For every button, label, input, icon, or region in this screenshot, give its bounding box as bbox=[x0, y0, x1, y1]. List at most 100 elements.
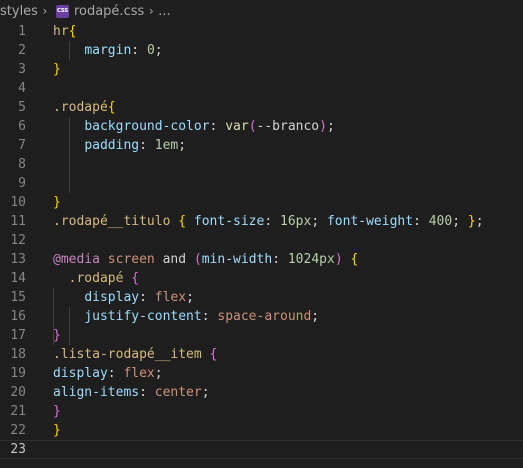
line-number: 9 bbox=[18, 176, 26, 191]
code-token: 1024px bbox=[287, 252, 335, 267]
code-text: .rodapé__titulo { font-size: 16px; font-… bbox=[53, 212, 484, 231]
code-token: ( bbox=[193, 252, 202, 267]
code-token: ; bbox=[475, 214, 484, 229]
code-token: ; bbox=[452, 214, 468, 229]
code-token: ) bbox=[334, 252, 343, 267]
code-line[interactable]: 19 display: flex; bbox=[0, 364, 523, 383]
code-token: space-around bbox=[217, 309, 312, 324]
code-line[interactable]: 20 align-items: center; bbox=[0, 383, 523, 402]
code-line[interactable]: 13 @media screen and (min-width: 1024px) … bbox=[0, 250, 523, 269]
line-number: 10 bbox=[10, 195, 26, 210]
code-token: screen bbox=[107, 252, 155, 267]
code-line[interactable]: 17} bbox=[0, 326, 523, 345]
code-line[interactable]: 23 bbox=[0, 440, 523, 459]
code-line[interactable]: 7 padding: 1em; bbox=[0, 136, 523, 155]
code-token: { bbox=[68, 24, 77, 39]
code-token: ; bbox=[154, 366, 163, 381]
code-token: : bbox=[107, 366, 124, 381]
code-line[interactable]: 6 background-color: var(--branco); bbox=[0, 117, 523, 136]
breadcrumb-symbols[interactable]: ... bbox=[158, 4, 170, 19]
code-line[interactable]: 3} bbox=[0, 60, 523, 79]
code-token: --branco bbox=[256, 119, 320, 134]
code-token: padding bbox=[84, 138, 140, 153]
code-token: } bbox=[53, 62, 61, 77]
code-text: } bbox=[53, 193, 61, 212]
code-line[interactable]: 14 .rodapé { bbox=[0, 269, 523, 288]
code-text: } bbox=[53, 421, 61, 440]
code-text: display: flex; bbox=[53, 288, 194, 307]
code-line[interactable]: 4 bbox=[0, 79, 523, 98]
code-text: @media screen and (min-width: 1024px) { bbox=[53, 250, 358, 269]
line-number: 6 bbox=[18, 119, 26, 134]
code-token: ; bbox=[326, 119, 335, 134]
line-number: 8 bbox=[18, 157, 26, 172]
line-number: 18 bbox=[10, 347, 26, 362]
code-text: background-color: var(--branco); bbox=[53, 117, 335, 136]
code-token: 400 bbox=[428, 214, 453, 229]
line-number: 3 bbox=[18, 62, 26, 77]
line-number: 7 bbox=[18, 138, 26, 153]
code-text: } bbox=[53, 326, 61, 345]
code-line[interactable]: 9 bbox=[0, 174, 523, 193]
code-token: { bbox=[107, 100, 116, 115]
line-number: 2 bbox=[18, 43, 26, 58]
line-number: 20 bbox=[10, 385, 26, 400]
code-text: .rodapé { bbox=[53, 269, 139, 288]
code-line[interactable]: 18 .lista-rodapé__item { bbox=[0, 345, 523, 364]
code-line[interactable]: 21} bbox=[0, 402, 523, 421]
breadcrumb-file[interactable]: rodapé.css bbox=[74, 4, 144, 19]
code-token: 1em bbox=[154, 138, 179, 153]
line-number: 4 bbox=[18, 81, 26, 96]
code-line[interactable]: 12 bbox=[0, 231, 523, 250]
code-line[interactable]: 15 display: flex; bbox=[0, 288, 523, 307]
code-token: hr bbox=[53, 24, 69, 39]
code-token: ; bbox=[154, 43, 163, 58]
code-text: align-items: center; bbox=[53, 383, 210, 402]
code-token: .rodapé__titulo bbox=[53, 214, 171, 229]
line-number: 16 bbox=[10, 309, 26, 324]
code-line[interactable]: 11 .rodapé__titulo { font-size: 16px; fon… bbox=[0, 212, 523, 231]
code-line[interactable]: 1 hr{ bbox=[0, 22, 523, 41]
code-token: ; bbox=[311, 309, 320, 324]
code-token: display bbox=[84, 290, 140, 305]
code-token: } bbox=[53, 404, 61, 419]
code-token: flex bbox=[123, 366, 155, 381]
line-number: 21 bbox=[10, 404, 26, 419]
line-number: 15 bbox=[10, 290, 26, 305]
code-line[interactable]: 2 margin: 0; bbox=[0, 41, 523, 60]
code-token: ; bbox=[201, 385, 210, 400]
code-token: .rodapé bbox=[53, 100, 108, 115]
code-token: { bbox=[178, 214, 187, 229]
line-number: 19 bbox=[10, 366, 26, 381]
code-text: hr{ bbox=[53, 22, 76, 41]
code-line[interactable]: 22} bbox=[0, 421, 523, 440]
code-token: @media bbox=[53, 252, 100, 267]
code-text: } bbox=[53, 60, 61, 79]
line-number: 5 bbox=[18, 100, 26, 115]
line-number: 11 bbox=[10, 214, 26, 229]
code-token: 0 bbox=[146, 43, 155, 58]
code-token: ( bbox=[248, 119, 257, 134]
code-token: : bbox=[201, 309, 218, 324]
code-line[interactable]: 16 justify-content: space-around; bbox=[0, 307, 523, 326]
line-number: 17 bbox=[10, 328, 26, 343]
code-text: .rodapé{ bbox=[53, 98, 116, 117]
code-text: display: flex; bbox=[53, 364, 163, 383]
breadcrumb-folder[interactable]: styles bbox=[0, 4, 38, 19]
code-text: justify-content: space-around; bbox=[53, 307, 319, 326]
code-token: var bbox=[225, 119, 249, 134]
code-line[interactable]: 8 bbox=[0, 155, 523, 174]
code-token: and bbox=[154, 252, 194, 267]
code-line[interactable]: 5 .rodapé{ bbox=[0, 98, 523, 117]
code-token: } bbox=[467, 214, 476, 229]
code-editor[interactable]: 1 hr{2 margin: 0; 3} 4 5 .rodapé{6 background… bbox=[0, 22, 523, 468]
code-line[interactable]: 10} bbox=[0, 193, 523, 212]
code-token: display bbox=[53, 366, 108, 381]
code-text: margin: 0; bbox=[53, 41, 163, 60]
